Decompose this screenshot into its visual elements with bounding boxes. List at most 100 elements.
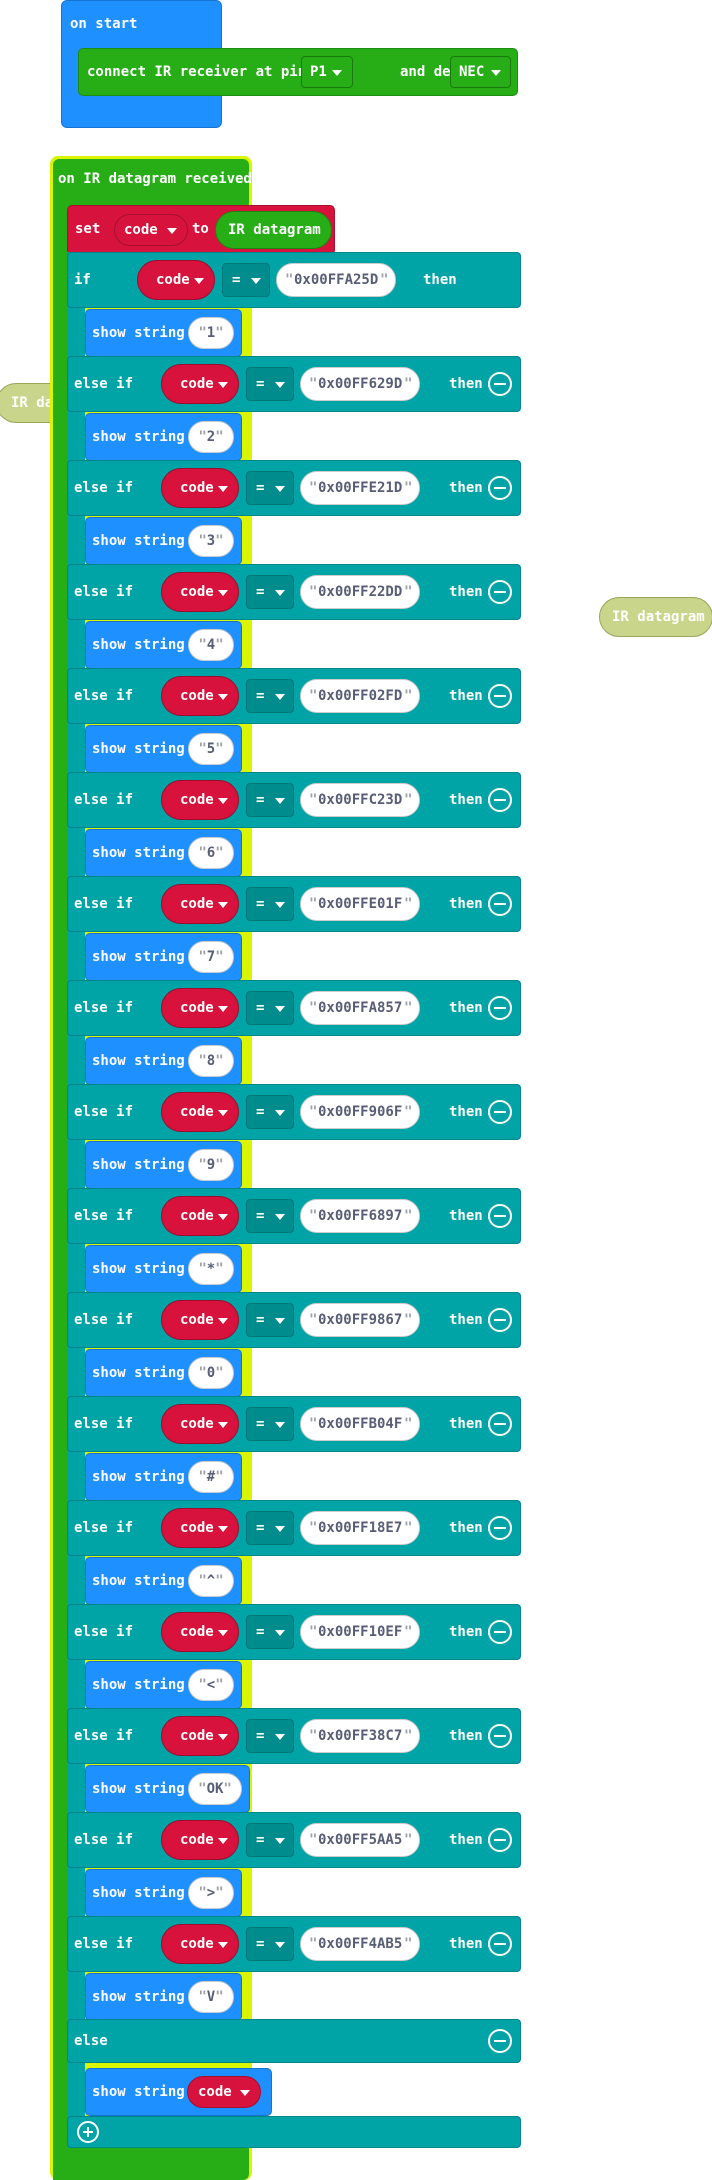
hex-string-input[interactable]: " 0x00FF906F " (300, 1095, 420, 1129)
else-if-row[interactable]: else if code = " 0x00FFB04F " then (67, 1396, 521, 1452)
operator-dropdown[interactable]: = (246, 1927, 294, 1961)
else-if-row[interactable]: else if code = " 0x00FF18E7 " then (67, 1500, 521, 1556)
hex-string-input[interactable]: " 0x00FFC23D " (300, 783, 420, 817)
hex-string-input[interactable]: " 0x00FF10EF " (300, 1615, 420, 1649)
set-variable-block[interactable]: set code to IR datagram (67, 205, 335, 255)
code-variable-dropdown[interactable]: code (161, 364, 239, 404)
else-if-row[interactable]: else if code = " 0x00FF10EF " then (67, 1604, 521, 1660)
show-string-block[interactable]: show string "#" (85, 1453, 242, 1501)
code-variable-dropdown[interactable]: code (161, 572, 239, 612)
show-string-block[interactable]: show string "<" (85, 1661, 242, 1709)
show-string-block[interactable]: show string "4" (85, 621, 242, 669)
operator-dropdown[interactable]: = (246, 1199, 294, 1233)
operator-dropdown[interactable]: = (246, 471, 294, 505)
show-string-block[interactable]: show string "3" (85, 517, 242, 565)
show-string-input[interactable]: "5" (188, 733, 234, 765)
show-string-input[interactable]: "8" (188, 1045, 234, 1077)
show-string-input[interactable]: "OK" (188, 1773, 242, 1805)
show-string-block[interactable]: show string "0" (85, 1349, 242, 1397)
remove-branch-icon[interactable] (488, 684, 512, 708)
code-variable-dropdown[interactable]: code (161, 780, 239, 820)
else-if-row[interactable]: else if code = " 0x00FF4AB5 " then (67, 1916, 521, 1972)
show-string-block[interactable]: show string "9" (85, 1141, 242, 1189)
add-branch-icon[interactable] (77, 2121, 99, 2143)
code-variable-dropdown[interactable]: code (161, 1092, 239, 1132)
show-string-block[interactable]: show string "7" (85, 933, 242, 981)
hex-string-input[interactable]: " 0x00FFA857 " (300, 991, 420, 1025)
code-variable-dropdown[interactable]: code (161, 468, 239, 508)
hex-string-input[interactable]: " 0x00FFE01F " (300, 887, 420, 921)
else-if-row[interactable]: else if code = " 0x00FF9867 " then (67, 1292, 521, 1348)
ir-datagram-value[interactable]: IR datagram (215, 211, 332, 249)
show-string-input[interactable]: "0" (188, 1357, 234, 1389)
else-if-row[interactable]: else if code = " 0x00FF5AA5 " then (67, 1812, 521, 1868)
show-string-input[interactable]: "7" (188, 941, 234, 973)
else-if-row[interactable]: else if code = " 0x00FF02FD " then (67, 668, 521, 724)
remove-branch-icon[interactable] (488, 892, 512, 916)
on-ir-datagram-received-block[interactable]: on IR datagram received (53, 159, 252, 209)
hex-string-input[interactable]: " 0x00FFB04F " (300, 1407, 420, 1441)
show-string-input[interactable]: "<" (188, 1669, 234, 1701)
show-string-input[interactable]: ">" (188, 1877, 234, 1909)
else-if-row[interactable]: else if code = " 0x00FFA857 " then (67, 980, 521, 1036)
operator-dropdown[interactable]: = (246, 575, 294, 609)
code-variable-dropdown[interactable]: code (161, 1300, 239, 1340)
show-string-block[interactable]: show string "V" (85, 1973, 242, 2021)
show-string-input[interactable]: "V" (188, 1981, 234, 2013)
code-variable-dropdown[interactable]: code (161, 884, 239, 924)
hex-string-input[interactable]: " 0x00FF18E7 " (300, 1511, 420, 1545)
show-string-block[interactable]: show string "*" (85, 1245, 242, 1293)
code-variable-dropdown[interactable]: code (161, 988, 239, 1028)
else-if-row[interactable]: else if code = " 0x00FF6897 " then (67, 1188, 521, 1244)
show-string-input[interactable]: "^" (188, 1565, 234, 1597)
remove-branch-icon[interactable] (488, 788, 512, 812)
code-variable-dropdown[interactable]: code (161, 1196, 239, 1236)
remove-branch-icon[interactable] (488, 1932, 512, 1956)
code-variable-dropdown[interactable]: code (161, 1820, 239, 1860)
hex-string-input[interactable]: " 0x00FF22DD " (300, 575, 420, 609)
operator-dropdown[interactable]: = (246, 1615, 294, 1649)
remove-branch-icon[interactable] (488, 1308, 512, 1332)
show-string-input[interactable]: "2" (188, 421, 234, 453)
operator-dropdown[interactable]: = (246, 1511, 294, 1545)
operator-dropdown[interactable]: = (246, 991, 294, 1025)
show-string-input[interactable]: "6" (188, 837, 234, 869)
operator-dropdown[interactable]: = (246, 1719, 294, 1753)
operator-dropdown[interactable]: = (246, 679, 294, 713)
remove-branch-icon[interactable] (488, 1100, 512, 1124)
operator-dropdown[interactable]: = (246, 1303, 294, 1337)
code-variable-dropdown[interactable]: code (161, 1508, 239, 1548)
remove-branch-icon[interactable] (488, 1204, 512, 1228)
show-string-input[interactable]: "1" (188, 317, 234, 349)
hex-string-input[interactable]: " 0x00FF5AA5 " (300, 1823, 420, 1857)
else-if-row[interactable]: else if code = " 0x00FF38C7 " then (67, 1708, 521, 1764)
show-string-input[interactable]: "#" (188, 1461, 234, 1493)
else-if-row[interactable]: else if code = " 0x00FFE01F " then (67, 876, 521, 932)
operator-dropdown[interactable]: = (246, 783, 294, 817)
hex-string-input[interactable]: " 0x00FFE21D " (300, 471, 420, 505)
remove-branch-icon[interactable] (488, 372, 512, 396)
operator-dropdown[interactable]: = (246, 1095, 294, 1129)
show-string-block[interactable]: show string "6" (85, 829, 242, 877)
else-if-row[interactable]: else if code = " 0x00FF629D " then (67, 356, 521, 412)
code-variable-dropdown[interactable]: code (161, 1924, 239, 1964)
show-string-input[interactable]: "9" (188, 1149, 234, 1181)
hex-string-input[interactable]: " 0x00FF9867 " (300, 1303, 420, 1337)
else-if-row[interactable]: else if code = " 0x00FF22DD " then (67, 564, 521, 620)
remove-branch-icon[interactable] (488, 1828, 512, 1852)
protocol-dropdown[interactable]: NEC (450, 56, 511, 88)
code-variable-dropdown[interactable]: code (161, 1612, 239, 1652)
remove-branch-icon[interactable] (488, 1516, 512, 1540)
remove-branch-icon[interactable] (488, 580, 512, 604)
show-string-block[interactable]: show string "1" (85, 309, 242, 357)
else-show-string-block[interactable]: show string code (85, 2068, 272, 2116)
connect-ir-receiver-block[interactable]: connect IR receiver at pin P1 and decode… (78, 48, 518, 96)
operator-dropdown[interactable]: = (246, 1823, 294, 1857)
show-string-block[interactable]: show string "8" (85, 1037, 242, 1085)
operator-dropdown[interactable]: = (246, 1407, 294, 1441)
hex-string-input[interactable]: " 0x00FF629D " (300, 367, 420, 401)
operator-dropdown[interactable]: = (222, 263, 270, 297)
code-variable-dropdown[interactable]: code (137, 260, 215, 300)
hex-string-input[interactable]: " 0x00FF38C7 " (300, 1719, 420, 1753)
floating-ir-datagram-right[interactable]: IR datagram (599, 597, 712, 637)
